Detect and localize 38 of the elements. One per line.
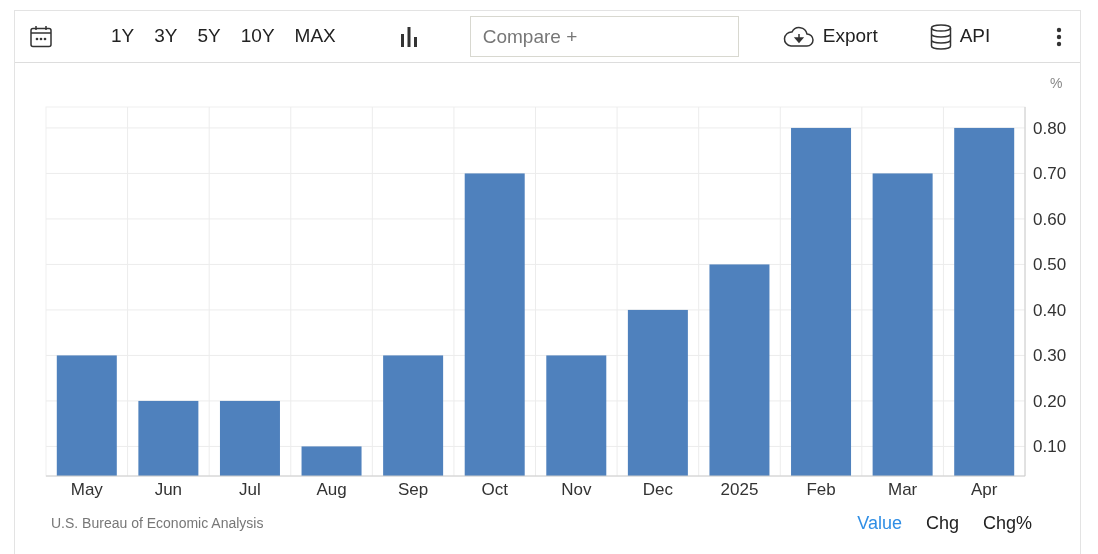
export-button[interactable]: Export: [776, 24, 884, 49]
range-button[interactable]: MAX: [288, 25, 342, 48]
compare-field[interactable]: Compare +: [469, 16, 739, 57]
x-axis-label: Nov: [561, 480, 592, 499]
range-button[interactable]: 1Y: [105, 25, 141, 48]
bar-chart-icon[interactable]: [399, 26, 418, 47]
unit-label: %: [1050, 75, 1063, 91]
cloud-download-icon[interactable]: [782, 24, 815, 49]
y-axis-label: 0.20: [1033, 391, 1067, 411]
range-button[interactable]: 5Y: [191, 25, 227, 48]
database-icon[interactable]: [929, 23, 952, 50]
x-axis-label: Sep: [398, 480, 429, 499]
api-button[interactable]: API: [923, 23, 997, 50]
x-axis-label: Jul: [239, 480, 261, 499]
x-axis-label: Oct: [481, 480, 508, 499]
x-axis-label: May: [70, 480, 103, 499]
x-axis-label: Jun: [154, 480, 183, 499]
y-axis-label: 0.70: [1033, 164, 1067, 184]
y-axis-label: 0.50: [1033, 255, 1067, 275]
y-axis-label: 0.60: [1033, 209, 1067, 229]
source-text: U.S. Bureau of Economic Analysis: [51, 513, 264, 533]
more-icon[interactable]: [1056, 26, 1062, 47]
x-axis-label: Apr: [970, 480, 998, 499]
x-axis-label: Dec: [642, 480, 673, 499]
x-axis-label: Aug: [316, 480, 347, 499]
range-button[interactable]: 10Y: [234, 25, 281, 48]
y-axis-label: 0.80: [1033, 118, 1067, 138]
x-axis-label: 2025: [720, 480, 759, 499]
x-axis-label: Mar: [888, 480, 918, 499]
mode-tab[interactable]: Value: [845, 509, 914, 537]
x-axis-label: Feb: [806, 480, 836, 499]
calendar-icon[interactable]: [29, 24, 53, 49]
y-axis-label: 0.30: [1033, 346, 1067, 366]
range-button[interactable]: 3Y: [148, 25, 184, 48]
y-axis-label: 0.40: [1033, 300, 1067, 320]
mode-tab[interactable]: Chg%: [970, 509, 1044, 537]
y-axis-label: 0.10: [1033, 437, 1067, 457]
mode-tab[interactable]: Chg: [913, 509, 971, 537]
